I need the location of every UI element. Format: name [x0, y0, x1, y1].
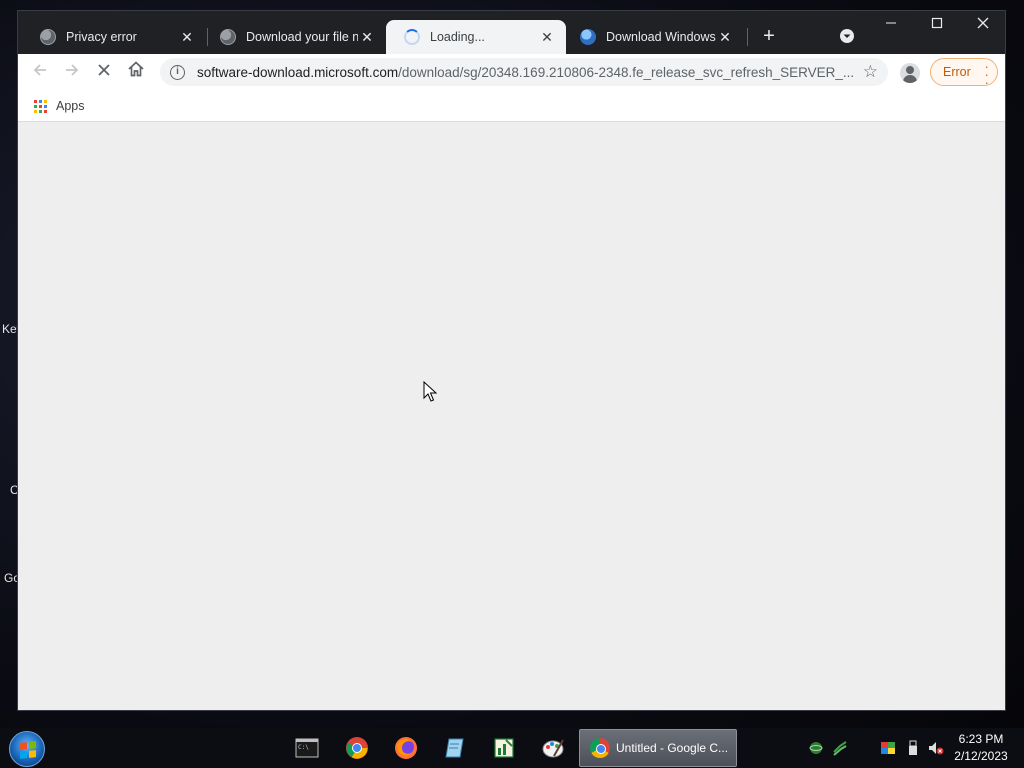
taskbar-window-label: Untitled - Google C... [616, 741, 729, 755]
globe-icon [40, 29, 56, 45]
more-menu-icon[interactable]: · · · [984, 59, 989, 89]
close-icon[interactable]: ✕ [358, 29, 376, 46]
arrow-left-icon [33, 64, 46, 76]
site-info-icon[interactable]: i [170, 64, 185, 80]
cmd-icon[interactable]: C:\ [295, 736, 319, 760]
color-app-icon[interactable] [880, 740, 896, 756]
apps-shortcut[interactable]: Apps [56, 99, 85, 113]
home-button[interactable] [122, 58, 150, 86]
close-icon[interactable]: ✕ [716, 29, 734, 46]
bookmark-star-icon[interactable]: ☆ [863, 62, 878, 82]
tab-separator [747, 28, 748, 46]
apps-grid-icon[interactable] [34, 100, 47, 113]
profile-avatar-button[interactable] [900, 63, 920, 83]
chevron-down-circle-icon [840, 29, 854, 43]
chrome-icon[interactable] [345, 736, 369, 760]
loading-spinner-icon [404, 29, 420, 45]
close-icon[interactable]: ✕ [538, 29, 556, 46]
new-tab-button[interactable]: + [758, 25, 780, 47]
browser-toolbar: i software-download.microsoft.com/downlo… [18, 54, 1005, 91]
tab-download-file[interactable]: Download your file no ✕ [202, 20, 386, 54]
close-icon[interactable]: ✕ [178, 29, 196, 46]
tab-title: Privacy error [66, 30, 137, 44]
bookmarks-bar: Apps [18, 91, 1005, 122]
firefox-icon[interactable] [394, 736, 418, 760]
taskbar-active-window-button[interactable]: Untitled - Google C... [579, 729, 737, 767]
tab-search-button[interactable] [836, 25, 858, 47]
url-host: software-download.microsoft.com [197, 64, 399, 80]
back-button[interactable] [26, 58, 54, 86]
mouse-cursor-icon [423, 381, 437, 402]
start-button[interactable] [9, 731, 45, 767]
paint-icon[interactable] [541, 736, 565, 760]
spreadsheet-icon[interactable] [492, 736, 516, 760]
tab-title: Loading... [430, 30, 485, 44]
arrow-right-icon [66, 64, 79, 76]
url-path: /download/sg/20348.169.210806-2348.fe_re… [398, 64, 853, 80]
tab-loading[interactable]: Loading... ✕ [386, 20, 566, 54]
error-chip-label: Error [943, 65, 971, 79]
minimize-icon [886, 22, 896, 24]
page-content[interactable] [18, 122, 1005, 710]
usb-device-icon[interactable] [905, 740, 921, 756]
network-globe-icon[interactable] [808, 740, 824, 756]
sync-arrows-icon[interactable] [832, 740, 848, 756]
globe-icon [220, 29, 236, 45]
home-icon [128, 61, 144, 77]
address-bar[interactable]: i software-download.microsoft.com/downlo… [160, 58, 888, 86]
system-clock[interactable]: 6:23 PM 2/12/2023 [946, 731, 1016, 765]
forward-button[interactable] [58, 58, 86, 86]
taskbar: C:\ Untitled - Google C... 6:23 PM 2/12/… [0, 728, 1024, 768]
tab-privacy-error[interactable]: Privacy error ✕ [22, 20, 206, 54]
notepad-icon[interactable] [443, 736, 467, 760]
tab-title: Download Windows S [606, 30, 716, 44]
svg-text:C:\: C:\ [298, 744, 309, 751]
tab-title: Download your file no [246, 30, 358, 44]
windows-logo-icon [20, 741, 36, 759]
minimize-button[interactable] [868, 11, 914, 41]
close-window-button[interactable] [960, 11, 1006, 41]
stop-loading-button[interactable] [90, 58, 118, 86]
close-icon [977, 17, 989, 29]
chrome-icon [590, 738, 610, 758]
stop-icon [98, 64, 110, 76]
windows-globe-icon [580, 29, 596, 45]
tab-strip: Privacy error ✕ Download your file no ✕ … [18, 11, 1005, 54]
tab-download-windows[interactable]: Download Windows S ✕ [562, 20, 744, 54]
clock-time: 6:23 PM [958, 732, 1004, 746]
maximize-button[interactable] [914, 11, 960, 41]
maximize-icon [931, 17, 943, 29]
volume-muted-icon[interactable] [928, 740, 944, 756]
browser-window: Privacy error ✕ Download your file no ✕ … [17, 10, 1006, 711]
clock-date: 2/12/2023 [954, 749, 1008, 763]
profile-error-chip[interactable]: Error · · · [930, 58, 998, 89]
url-text: software-download.microsoft.com/download… [197, 65, 853, 80]
